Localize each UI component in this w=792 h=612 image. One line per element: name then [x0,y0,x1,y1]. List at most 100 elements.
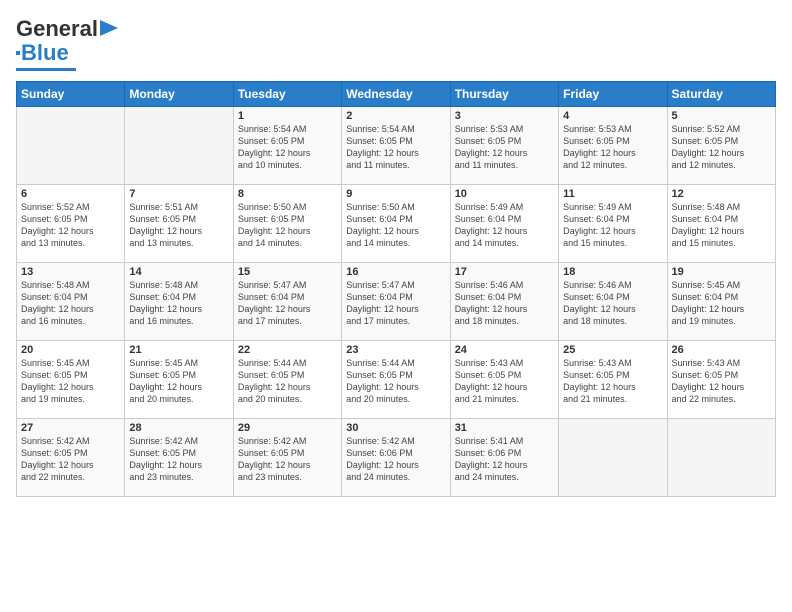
calendar-cell [559,419,667,497]
calendar-cell: 20Sunrise: 5:45 AM Sunset: 6:05 PM Dayli… [17,341,125,419]
calendar-cell: 22Sunrise: 5:44 AM Sunset: 6:05 PM Dayli… [233,341,341,419]
weekday-header: Tuesday [233,82,341,107]
calendar-cell: 25Sunrise: 5:43 AM Sunset: 6:05 PM Dayli… [559,341,667,419]
calendar-cell: 28Sunrise: 5:42 AM Sunset: 6:05 PM Dayli… [125,419,233,497]
calendar-cell: 17Sunrise: 5:46 AM Sunset: 6:04 PM Dayli… [450,263,558,341]
weekday-header: Friday [559,82,667,107]
day-info: Sunrise: 5:46 AM Sunset: 6:04 PM Dayligh… [563,279,662,328]
day-info: Sunrise: 5:47 AM Sunset: 6:04 PM Dayligh… [346,279,445,328]
calendar-cell: 24Sunrise: 5:43 AM Sunset: 6:05 PM Dayli… [450,341,558,419]
day-number: 7 [129,188,228,200]
day-number: 2 [346,110,445,122]
day-number: 31 [455,422,554,434]
calendar-week-row: 20 Sunrise: 5:45 AM Sunset: 6:05 PM Dayli… [17,341,776,419]
day-info: Sunrise: 5:49 AM Sunset: 6:04 PM Dayligh… [563,201,662,250]
day-number: 23 [346,344,445,356]
calendar-week-row: 13 Sunrise: 5:48 AM Sunset: 6:04 PM Dayli… [17,263,776,341]
day-info: Sunrise: 5:42 AM Sunset: 6:05 PM Dayligh… [129,435,228,484]
header: General Blue [16,16,776,71]
calendar-week-row: 6Sunrise: 5:52 AM Sunset: 6:05 PM Daylig… [17,185,776,263]
weekday-header: Thursday [450,82,558,107]
calendar-week-row: 27Sunrise: 5:42 AM Sunset: 6:05 PM Dayli… [17,419,776,497]
calendar-cell: 13Sunrise: 5:48 AM Sunset: 6:04 PM Dayli… [17,263,125,341]
day-info: Sunrise: 5:43 AM Sunset: 6:05 PM Dayligh… [563,357,662,406]
day-number: 12 [672,188,771,200]
day-number: 17 [455,266,554,278]
day-number: 26 [672,344,771,356]
day-info: Sunrise: 5:48 AM Sunset: 6:04 PM Dayligh… [129,279,228,328]
calendar-cell: 4Sunrise: 5:53 AM Sunset: 6:05 PM Daylig… [559,107,667,185]
day-number: 6 [21,188,120,200]
calendar-cell: 29Sunrise: 5:42 AM Sunset: 6:05 PM Dayli… [233,419,341,497]
day-info: Sunrise: 5:51 AM Sunset: 6:05 PM Dayligh… [129,201,228,250]
day-info: Sunrise: 5:44 AM Sunset: 6:05 PM Dayligh… [346,357,445,406]
day-info: Sunrise: 5:50 AM Sunset: 6:04 PM Dayligh… [346,201,445,250]
calendar-cell [125,107,233,185]
day-info: Sunrise: 5:42 AM Sunset: 6:05 PM Dayligh… [21,435,120,484]
logo-underline [16,68,76,71]
weekday-header: Monday [125,82,233,107]
calendar-cell: 7Sunrise: 5:51 AM Sunset: 6:05 PM Daylig… [125,185,233,263]
day-info: Sunrise: 5:54 AM Sunset: 6:05 PM Dayligh… [346,123,445,172]
day-number: 13 [21,266,120,278]
day-info: Sunrise: 5:46 AM Sunset: 6:04 PM Dayligh… [455,279,554,328]
day-number: 16 [346,266,445,278]
logo-blue: Blue [21,40,69,66]
day-number: 22 [238,344,337,356]
logo: General Blue [16,16,118,71]
calendar-cell: 3Sunrise: 5:53 AM Sunset: 6:05 PM Daylig… [450,107,558,185]
calendar-cell: 18Sunrise: 5:46 AM Sunset: 6:04 PM Dayli… [559,263,667,341]
calendar-cell: 15Sunrise: 5:47 AM Sunset: 6:04 PM Dayli… [233,263,341,341]
day-info: Sunrise: 5:42 AM Sunset: 6:06 PM Dayligh… [346,435,445,484]
calendar-cell: 31Sunrise: 5:41 AM Sunset: 6:06 PM Dayli… [450,419,558,497]
day-number: 25 [563,344,662,356]
day-info: Sunrise: 5:41 AM Sunset: 6:06 PM Dayligh… [455,435,554,484]
day-info: Sunrise: 5:52 AM Sunset: 6:05 PM Dayligh… [672,123,771,172]
calendar-cell: 19Sunrise: 5:45 AM Sunset: 6:04 PM Dayli… [667,263,775,341]
calendar-cell: 14Sunrise: 5:48 AM Sunset: 6:04 PM Dayli… [125,263,233,341]
logo-dot [16,51,20,55]
calendar-cell [667,419,775,497]
day-number: 24 [455,344,554,356]
day-number: 8 [238,188,337,200]
calendar-cell: 27Sunrise: 5:42 AM Sunset: 6:05 PM Dayli… [17,419,125,497]
day-number: 30 [346,422,445,434]
calendar-cell: 11Sunrise: 5:49 AM Sunset: 6:04 PM Dayli… [559,185,667,263]
weekday-header: Wednesday [342,82,450,107]
day-info: Sunrise: 5:53 AM Sunset: 6:05 PM Dayligh… [563,123,662,172]
day-number: 21 [129,344,228,356]
day-number: 11 [563,188,662,200]
logo-general: General [16,16,98,42]
calendar-cell: 1Sunrise: 5:54 AM Sunset: 6:05 PM Daylig… [233,107,341,185]
day-number: 19 [672,266,771,278]
calendar-cell: 8Sunrise: 5:50 AM Sunset: 6:05 PM Daylig… [233,185,341,263]
day-number: 10 [455,188,554,200]
day-number: 5 [672,110,771,122]
day-info: Sunrise: 5:45 AM Sunset: 6:05 PM Dayligh… [129,357,228,406]
calendar-cell: 21Sunrise: 5:45 AM Sunset: 6:05 PM Dayli… [125,341,233,419]
day-number: 27 [21,422,120,434]
calendar-cell [17,107,125,185]
calendar-cell: 30Sunrise: 5:42 AM Sunset: 6:06 PM Dayli… [342,419,450,497]
day-info: Sunrise: 5:49 AM Sunset: 6:04 PM Dayligh… [455,201,554,250]
calendar-cell: 12Sunrise: 5:48 AM Sunset: 6:04 PM Dayli… [667,185,775,263]
day-info: Sunrise: 5:52 AM Sunset: 6:05 PM Dayligh… [21,201,120,250]
day-info: Sunrise: 5:45 AM Sunset: 6:04 PM Dayligh… [672,279,771,328]
calendar-cell: 2Sunrise: 5:54 AM Sunset: 6:05 PM Daylig… [342,107,450,185]
day-info: Sunrise: 5:53 AM Sunset: 6:05 PM Dayligh… [455,123,554,172]
day-info: Sunrise: 5:54 AM Sunset: 6:05 PM Dayligh… [238,123,337,172]
header-row: SundayMondayTuesdayWednesdayThursdayFrid… [17,82,776,107]
day-number: 29 [238,422,337,434]
day-number: 4 [563,110,662,122]
logo-arrow-icon [100,20,118,36]
day-info: Sunrise: 5:43 AM Sunset: 6:05 PM Dayligh… [455,357,554,406]
day-info: Sunrise: 5:43 AM Sunset: 6:05 PM Dayligh… [672,357,771,406]
calendar-cell: 26Sunrise: 5:43 AM Sunset: 6:05 PM Dayli… [667,341,775,419]
day-info: Sunrise: 5:44 AM Sunset: 6:05 PM Dayligh… [238,357,337,406]
calendar-page: General Blue SundayMondayTuesdayWednesda… [0,0,792,612]
day-info: Sunrise: 5:48 AM Sunset: 6:04 PM Dayligh… [672,201,771,250]
calendar-cell: 16Sunrise: 5:47 AM Sunset: 6:04 PM Dayli… [342,263,450,341]
day-number: 18 [563,266,662,278]
weekday-header: Saturday [667,82,775,107]
day-number: 20 [21,344,120,356]
